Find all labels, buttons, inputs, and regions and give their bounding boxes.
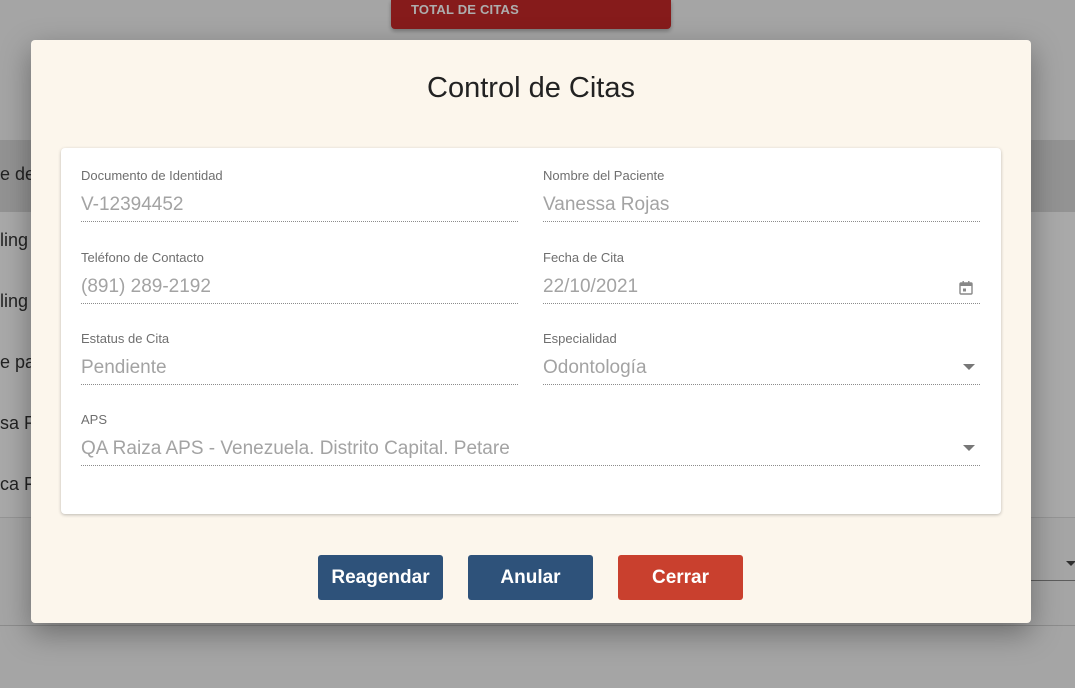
- field-underline: [543, 303, 980, 304]
- fecha-value[interactable]: 22/10/2021: [543, 276, 638, 298]
- field-underline: [81, 465, 980, 466]
- telefono-label: Teléfono de Contacto: [81, 250, 204, 265]
- estatus-value[interactable]: Pendiente: [81, 357, 167, 379]
- documento-field[interactable]: Documento de Identidad V-12394452: [81, 168, 518, 224]
- fecha-field[interactable]: Fecha de Cita 22/10/2021: [543, 250, 980, 306]
- aps-label: APS: [81, 412, 108, 427]
- field-underline: [543, 221, 980, 222]
- field-underline: [81, 303, 518, 304]
- aps-value[interactable]: QA Raiza APS - Venezuela. Distrito Capit…: [81, 438, 510, 460]
- anular-button[interactable]: Anular: [468, 555, 593, 600]
- documento-value[interactable]: V-12394452: [81, 194, 184, 216]
- telefono-value[interactable]: (891) 289-2192: [81, 276, 211, 298]
- fecha-label: Fecha de Cita: [543, 250, 624, 265]
- reagendar-button[interactable]: Reagendar: [318, 555, 443, 600]
- especialidad-value[interactable]: Odontología: [543, 357, 647, 379]
- especialidad-select[interactable]: Especialidad Odontología: [543, 331, 980, 387]
- field-underline: [543, 384, 980, 385]
- estatus-field[interactable]: Estatus de Cita Pendiente: [81, 331, 518, 387]
- especialidad-label: Especialidad: [543, 331, 617, 346]
- form-card: Documento de Identidad V-12394452 Nombre…: [61, 148, 1001, 514]
- calendar-icon[interactable]: [958, 280, 974, 296]
- cerrar-button[interactable]: Cerrar: [618, 555, 743, 600]
- nombre-field[interactable]: Nombre del Paciente Vanessa Rojas: [543, 168, 980, 224]
- dialog-title: Control de Citas: [427, 72, 635, 104]
- chevron-down-icon[interactable]: [963, 445, 975, 451]
- control-de-citas-dialog: Control de Citas Documento de Identidad …: [31, 40, 1031, 623]
- telefono-field[interactable]: Teléfono de Contacto (891) 289-2192: [81, 250, 518, 306]
- documento-label: Documento de Identidad: [81, 168, 223, 183]
- field-underline: [81, 384, 518, 385]
- estatus-label: Estatus de Cita: [81, 331, 170, 346]
- nombre-value[interactable]: Vanessa Rojas: [543, 194, 669, 216]
- chevron-down-icon[interactable]: [963, 364, 975, 370]
- nombre-label: Nombre del Paciente: [543, 168, 665, 183]
- aps-select[interactable]: APS QA Raiza APS - Venezuela. Distrito C…: [81, 412, 980, 468]
- field-underline: [81, 221, 518, 222]
